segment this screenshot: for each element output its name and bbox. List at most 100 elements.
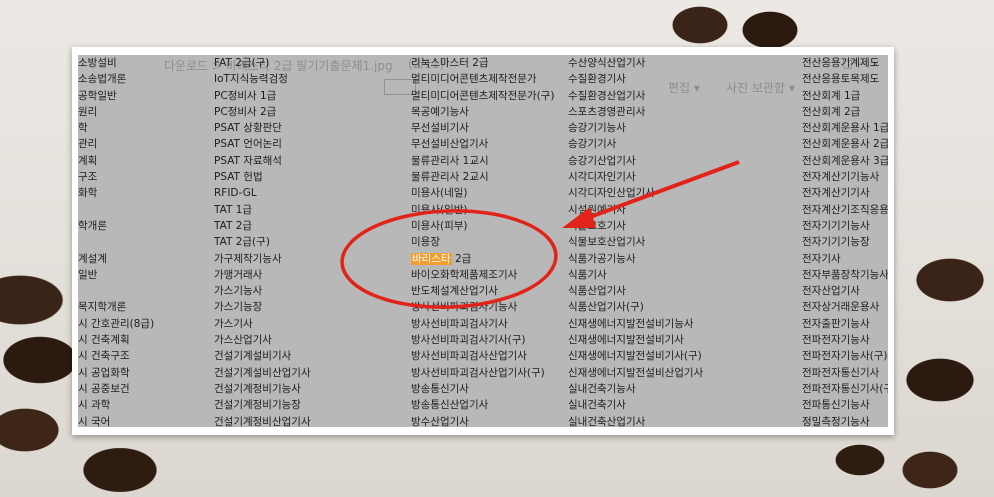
list-item[interactable]: 구조: [78, 169, 208, 185]
list-item[interactable]: 신재생에너지발전설비기사(구): [568, 348, 798, 364]
list-item[interactable]: 물류관리사 2교시: [411, 169, 561, 185]
list-item[interactable]: 전산회계운용사 1급: [802, 120, 888, 136]
list-item[interactable]: PC정비사 1급: [214, 88, 402, 104]
list-item[interactable]: 전자기기기능사: [802, 218, 888, 234]
list-item[interactable]: 전파전자통신기사(구): [802, 381, 888, 397]
list-item[interactable]: 전자산업기사: [802, 283, 888, 299]
list-item[interactable]: PSAT 언어논리: [214, 136, 402, 152]
list-item[interactable]: 가맹거래사: [214, 267, 402, 283]
list-item[interactable]: 바이오화학제품제조기사: [411, 267, 561, 283]
list-item[interactable]: 계설계: [78, 251, 208, 267]
list-item[interactable]: 소방설비: [78, 55, 208, 71]
list-item[interactable]: 전자상거래운용사: [802, 299, 888, 315]
list-item[interactable]: 미용사(피부): [411, 218, 561, 234]
list-item[interactable]: PSAT 헌법: [214, 169, 402, 185]
list-item[interactable]: 식물보호기사: [568, 218, 798, 234]
list-item[interactable]: 방송통신산업기사: [411, 397, 561, 413]
list-item[interactable]: 방사선비파괴검사기능사: [411, 299, 561, 315]
list-item[interactable]: 전산응용토목제도: [802, 71, 888, 87]
list-item[interactable]: 목지학개론: [78, 299, 208, 315]
list-item[interactable]: 식품산업기사: [568, 283, 798, 299]
list-item[interactable]: 시 국어: [78, 414, 208, 427]
list-item[interactable]: 방사선비파괴검사기사(구): [411, 332, 561, 348]
list-item[interactable]: 승강기기능사: [568, 120, 798, 136]
list-item[interactable]: 전자계산기기능사: [802, 169, 888, 185]
list-item[interactable]: 원리: [78, 104, 208, 120]
list-item[interactable]: 시 건축계획: [78, 332, 208, 348]
list-item[interactable]: 가스기능사: [214, 283, 402, 299]
list-item[interactable]: 목공예기능사: [411, 104, 561, 120]
list-item[interactable]: 실내건축기능사: [568, 381, 798, 397]
list-item[interactable]: 실내건축산업기사: [568, 414, 798, 427]
list-item[interactable]: 화학: [78, 185, 208, 201]
list-item[interactable]: 승강기기사: [568, 136, 798, 152]
list-item[interactable]: 승강기산업기사: [568, 153, 798, 169]
list-item[interactable]: 시 간호관리(8급): [78, 316, 208, 332]
list-item[interactable]: 수질환경기사: [568, 71, 798, 87]
list-item[interactable]: 반도체설계산업기사: [411, 283, 561, 299]
list-item[interactable]: 전자기사: [802, 251, 888, 267]
list-item[interactable]: 건설기계정비산업기사: [214, 414, 402, 427]
list-item[interactable]: 식물보호산업기사: [568, 234, 798, 250]
list-item[interactable]: 전자출판기능사: [802, 316, 888, 332]
list-item[interactable]: 수산양식산업기사: [568, 55, 798, 71]
list-item[interactable]: 가구제작기능사: [214, 251, 402, 267]
list-item[interactable]: 전산회계 2급: [802, 104, 888, 120]
list-item[interactable]: 전자계산기조직응용: [802, 202, 888, 218]
list-item[interactable]: 신재생에너지발전설비산업기사: [568, 365, 798, 381]
list-item[interactable]: 방송통신기사: [411, 381, 561, 397]
list-item[interactable]: 건설기계정비기능사: [214, 381, 402, 397]
list-item[interactable]: 전자부품장착기능사: [802, 267, 888, 283]
list-item[interactable]: 물류관리사 1교시: [411, 153, 561, 169]
list-item[interactable]: 계획: [78, 153, 208, 169]
list-item[interactable]: 건설기계설비산업기사: [214, 365, 402, 381]
list-item[interactable]: [78, 283, 208, 299]
list-item[interactable]: 미용사(일반): [411, 202, 561, 218]
list-item[interactable]: 가스기능장: [214, 299, 402, 315]
list-item[interactable]: FAT 2급(구): [214, 55, 402, 71]
list-item[interactable]: RFID-GL: [214, 185, 402, 201]
list-item[interactable]: 일반: [78, 267, 208, 283]
list-item[interactable]: 전산응용기계제도: [802, 55, 888, 71]
list-item[interactable]: 시 공업화학: [78, 365, 208, 381]
list-item[interactable]: PSAT 자료해석: [214, 153, 402, 169]
list-item[interactable]: 신재생에너지발전설비기사: [568, 332, 798, 348]
list-item[interactable]: 방수산업기사: [411, 414, 561, 427]
list-item[interactable]: 공학일반: [78, 88, 208, 104]
list-item[interactable]: 전파전자통신기사: [802, 365, 888, 381]
list-item[interactable]: 시각디자인산업기사: [568, 185, 798, 201]
list-item[interactable]: 건설기계설비기사: [214, 348, 402, 364]
list-item[interactable]: 가스기사: [214, 316, 402, 332]
list-item[interactable]: 관리: [78, 136, 208, 152]
list-item[interactable]: 식품기사: [568, 267, 798, 283]
list-item[interactable]: 전자기기기능장: [802, 234, 888, 250]
list-item[interactable]: 시설원예기사: [568, 202, 798, 218]
list-item-barista-highlighted[interactable]: 바리스타 2급: [411, 251, 561, 267]
list-item[interactable]: 가스산업기사: [214, 332, 402, 348]
list-item[interactable]: 시 건축구조: [78, 348, 208, 364]
list-item[interactable]: 시 공중보건: [78, 381, 208, 397]
list-item[interactable]: 리눅스마스터 2급: [411, 55, 561, 71]
list-item[interactable]: 방사선비파괴검사산업기사(구): [411, 365, 561, 381]
list-item[interactable]: 방사선비파괴검사기사: [411, 316, 561, 332]
list-item[interactable]: PC정비사 2급: [214, 104, 402, 120]
list-item[interactable]: 시각디자인기사: [568, 169, 798, 185]
list-item[interactable]: [78, 234, 208, 250]
list-item[interactable]: 전자계산기기사: [802, 185, 888, 201]
list-item[interactable]: 무선설비산업기사: [411, 136, 561, 152]
list-item[interactable]: TAT 2급: [214, 218, 402, 234]
list-item[interactable]: 수질환경산업기사: [568, 88, 798, 104]
list-item[interactable]: 전산회계운용사 2급: [802, 136, 888, 152]
list-item[interactable]: 미용장: [411, 234, 561, 250]
list-item[interactable]: 멀티미디어콘텐츠제작전문가: [411, 71, 561, 87]
list-item[interactable]: IoT지식능력검정: [214, 71, 402, 87]
list-item[interactable]: 건설기계정비기능장: [214, 397, 402, 413]
list-item[interactable]: 전파통신기능사: [802, 397, 888, 413]
list-item[interactable]: 전파전자기능사(구): [802, 348, 888, 364]
list-item[interactable]: 무선설비기사: [411, 120, 561, 136]
list-item[interactable]: 전파전자기능사: [802, 332, 888, 348]
list-item[interactable]: 전산회계 1급: [802, 88, 888, 104]
list-item[interactable]: 시 과학: [78, 397, 208, 413]
list-item[interactable]: TAT 2급(구): [214, 234, 402, 250]
list-item[interactable]: 방사선비파괴검사산업기사: [411, 348, 561, 364]
